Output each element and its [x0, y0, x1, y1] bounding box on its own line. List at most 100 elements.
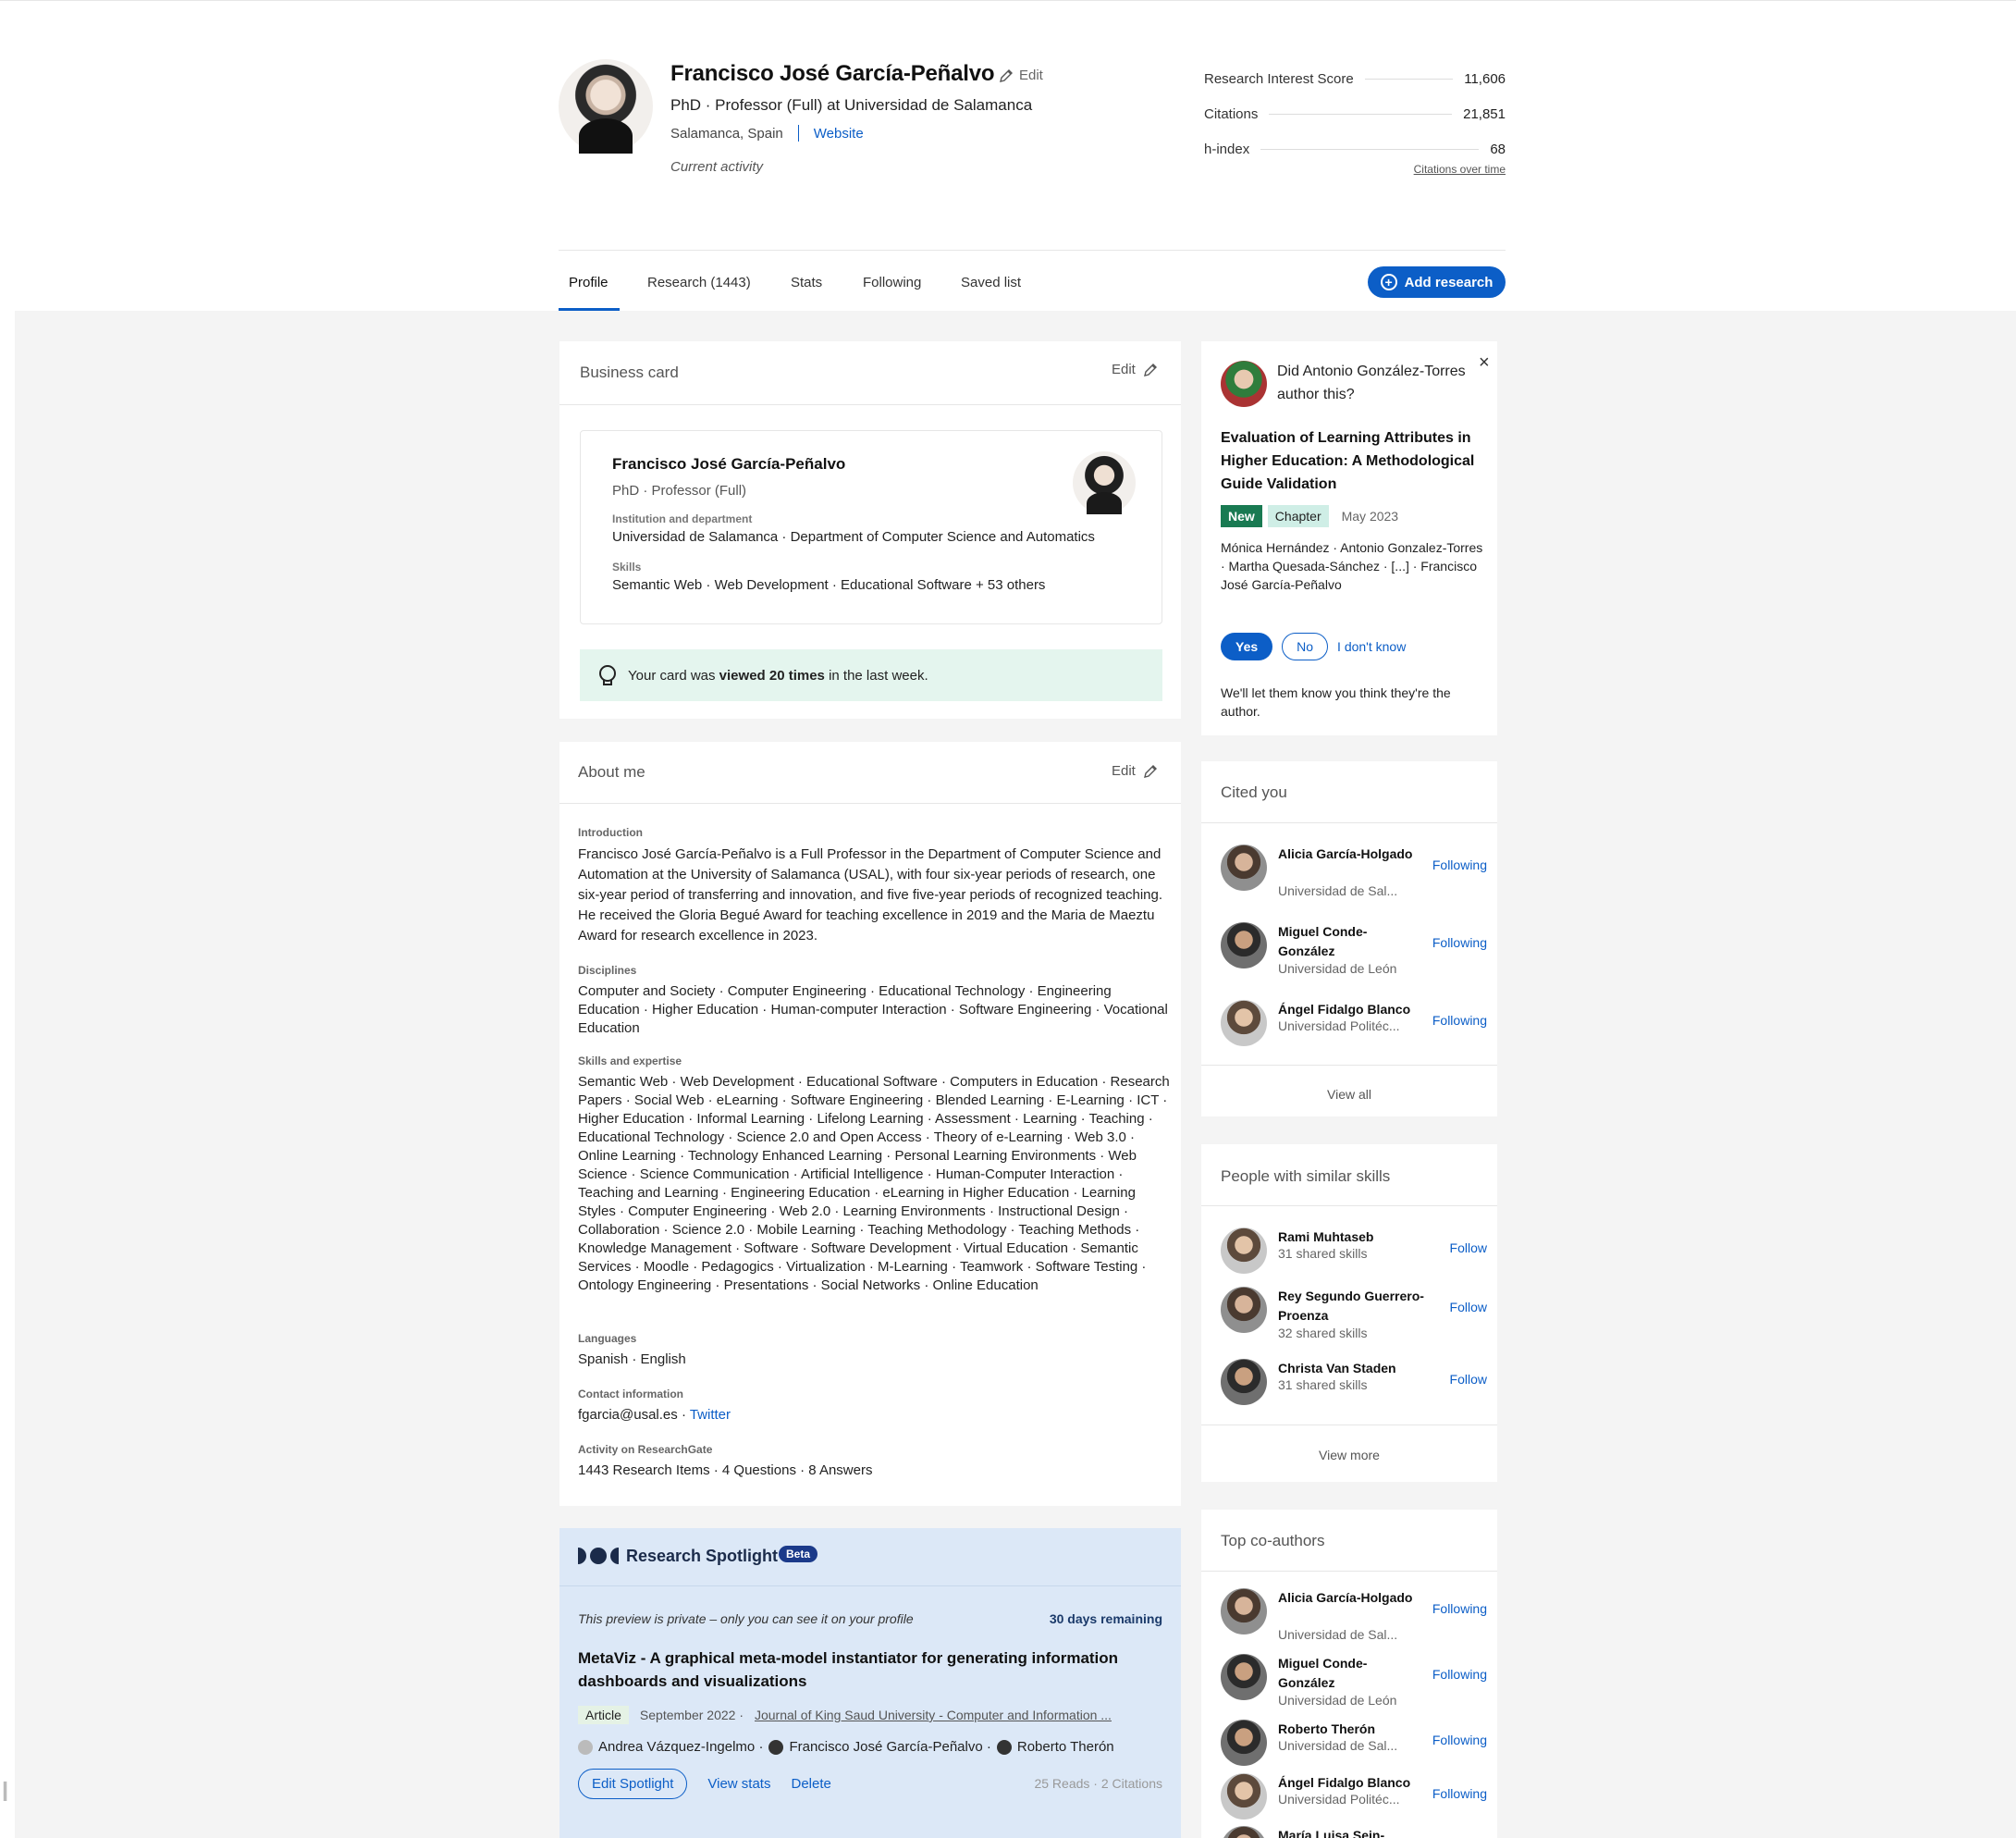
author-name[interactable]: Roberto Therón — [1017, 1739, 1114, 1755]
author-name[interactable]: Andrea Vázquez-Ingelmo · — [598, 1739, 763, 1755]
website-link[interactable]: Website — [814, 126, 864, 142]
authorship-answer-buttons: Yes No I don't know — [1221, 633, 1406, 660]
profile-tabs: Profile Research (1443) Stats Following … — [559, 250, 1506, 311]
person-name[interactable]: Alicia García-Holgado — [1278, 1588, 1421, 1608]
follow-button[interactable]: Follow — [1450, 1372, 1487, 1387]
disciplines-label: Disciplines — [578, 964, 637, 977]
person-name[interactable]: Ángel Fidalgo Blanco — [1278, 1000, 1435, 1019]
author-avatar — [578, 1739, 593, 1755]
person-name[interactable]: Rey Segundo Guerrero-Proenza — [1278, 1287, 1444, 1326]
profile-name: Francisco José García-Peñalvo — [670, 61, 995, 86]
stat-h-index[interactable]: h-index 68 — [1204, 131, 1506, 167]
person-affiliation: Universidad de León — [1278, 961, 1397, 976]
dont-know-link[interactable]: I don't know — [1337, 639, 1406, 654]
stat-citations[interactable]: Citations 21,851 — [1204, 96, 1506, 131]
shared-skills: 31 shared skills — [1278, 1377, 1368, 1392]
card-avatar — [1073, 451, 1136, 514]
spotlight-publication-title[interactable]: MetaViz - A graphical meta-model instant… — [578, 1647, 1151, 1693]
edit-label: Edit — [1019, 68, 1043, 83]
person-avatar — [1221, 1826, 1267, 1838]
yes-button[interactable]: Yes — [1221, 633, 1273, 660]
journal-link[interactable]: Journal of King Saud University - Comput… — [755, 1708, 1112, 1722]
follow-button[interactable]: Follow — [1450, 1300, 1487, 1314]
person-name[interactable]: María Luisa Sein- — [1278, 1826, 1421, 1838]
pencil-icon — [1000, 68, 1013, 82]
person-affiliation: Universidad Politéc... — [1278, 1018, 1400, 1033]
cited-you-title: Cited you — [1221, 783, 1287, 801]
stat-line — [1260, 148, 1480, 150]
following-button[interactable]: Following — [1432, 935, 1487, 950]
skills-text: Semantic Web · Web Development · Educati… — [612, 577, 1046, 593]
stats-panel: Research Interest Score 11,606 Citations 2… — [1204, 61, 1506, 177]
disciplines-text: Computer and Society · Computer Engineer… — [578, 983, 1168, 1036]
profile-headline: PhD · Professor (Full) at Universidad de… — [670, 96, 1033, 114]
person-avatar — [1221, 1588, 1267, 1634]
person-name[interactable]: Miguel Conde-González — [1278, 922, 1421, 961]
edit-profile-button[interactable]: Edit — [999, 68, 1043, 83]
activity-label: Activity on ResearchGate — [578, 1443, 713, 1456]
following-button[interactable]: Following — [1432, 857, 1487, 872]
reads-citations-count: 25 Reads · 2 Citations — [1034, 1776, 1162, 1791]
divider — [1201, 822, 1497, 823]
institution-text: Universidad de Salamanca · Department of… — [612, 529, 1095, 545]
authorship-footnote: We'll let them know you think they're th… — [1221, 685, 1451, 719]
following-button[interactable]: Following — [1432, 1601, 1487, 1616]
stat-research-interest[interactable]: Research Interest Score 11,606 — [1204, 61, 1506, 96]
author-name[interactable]: Francisco José García-Peñalvo · — [789, 1739, 990, 1755]
following-button[interactable]: Following — [1432, 1013, 1487, 1028]
authorship-publication-title[interactable]: Evaluation of Learning Attributes in Hig… — [1221, 426, 1489, 496]
publication-authors: Andrea Vázquez-Ingelmo · Francisco José … — [578, 1739, 1114, 1755]
person-name[interactable]: Christa Van Staden — [1278, 1359, 1444, 1378]
contact-email[interactable]: fgarcia@usal.es · — [578, 1407, 690, 1423]
edit-business-card-button[interactable]: Edit — [1112, 362, 1158, 377]
person-affiliation: Universidad de Sal... — [1278, 1627, 1398, 1642]
banner-pre: Your card was — [628, 667, 719, 684]
publication-meta: Article September 2022 · Journal of King… — [578, 1706, 1112, 1724]
stat-label: Citations — [1204, 105, 1259, 122]
following-button[interactable]: Following — [1432, 1667, 1487, 1682]
contact-label: Contact information — [578, 1388, 683, 1400]
edit-label: Edit — [1112, 763, 1136, 779]
person-name[interactable]: Roberto Therón — [1278, 1720, 1421, 1739]
cited-you-card: Cited you Alicia García-Holgado Universi… — [1201, 761, 1497, 1116]
view-all-link[interactable]: View all — [1201, 1087, 1497, 1102]
activity-text: 1443 Research Items · 4 Questions · 8 An… — [578, 1462, 873, 1478]
view-stats-link[interactable]: View stats — [707, 1776, 770, 1792]
twitter-link[interactable]: Twitter — [690, 1407, 731, 1423]
no-button[interactable]: No — [1282, 633, 1329, 660]
following-button[interactable]: Following — [1432, 1733, 1487, 1747]
follow-button[interactable]: Follow — [1450, 1240, 1487, 1255]
tab-profile[interactable]: Profile — [569, 275, 608, 290]
about-me-card: About me Edit Introduction Francisco Jos… — [559, 742, 1181, 1506]
view-more-link[interactable]: View more — [1201, 1448, 1497, 1462]
following-button[interactable]: Following — [1432, 1786, 1487, 1801]
author-avatar — [996, 1739, 1012, 1755]
languages-text: Spanish · English — [578, 1351, 686, 1367]
add-research-button[interactable]: + Add research — [1368, 266, 1506, 298]
person-name[interactable]: Alicia García-Holgado — [1278, 845, 1421, 864]
tab-stats[interactable]: Stats — [791, 275, 822, 290]
person-name[interactable]: Ángel Fidalgo Blanco — [1278, 1773, 1435, 1793]
languages-label: Languages — [578, 1332, 637, 1345]
person-avatar — [1221, 845, 1267, 891]
citations-over-time-link[interactable]: Citations over time — [1204, 163, 1506, 176]
tab-following[interactable]: Following — [863, 275, 921, 290]
edit-about-button[interactable]: Edit — [1112, 763, 1158, 779]
tab-research[interactable]: Research (1443) — [647, 275, 751, 290]
profile-avatar[interactable] — [559, 59, 653, 154]
delete-link[interactable]: Delete — [791, 1776, 830, 1792]
person-name[interactable]: Rami Muhtaseb — [1278, 1227, 1421, 1247]
close-icon[interactable]: × — [1479, 352, 1490, 374]
edit-spotlight-button[interactable]: Edit Spotlight — [578, 1769, 688, 1799]
current-activity[interactable]: Current activity — [670, 159, 763, 175]
business-card-preview: Francisco José García-Peñalvo PhD · Prof… — [580, 430, 1162, 624]
person-name[interactable]: Miguel Conde-González — [1278, 1654, 1421, 1693]
tab-saved-list[interactable]: Saved list — [961, 275, 1021, 290]
introduction-label: Introduction — [578, 826, 643, 839]
stat-value: 11,606 — [1464, 70, 1506, 87]
stat-value: 21,851 — [1463, 105, 1506, 122]
pencil-icon — [1143, 363, 1157, 376]
plus-circle-icon: + — [1380, 274, 1397, 290]
card-name: Francisco José García-Peñalvo — [612, 455, 846, 473]
publication-date: September 2022 · — [639, 1708, 744, 1722]
